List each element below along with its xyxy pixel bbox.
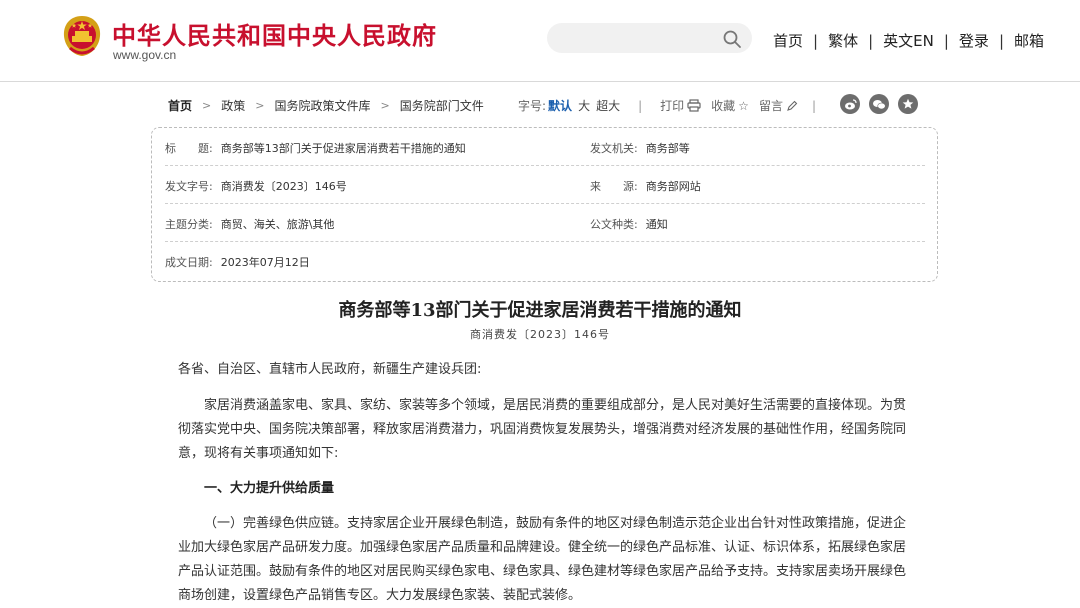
tools-separator: | xyxy=(638,98,643,113)
breadcrumb-library[interactable]: 国务院政策文件库 xyxy=(274,97,370,114)
breadcrumb-home[interactable]: 首页 xyxy=(168,97,192,114)
site-url: www.gov.cn xyxy=(113,48,177,62)
printer-icon xyxy=(687,99,701,112)
info-row: 标 题: 商务部等13部门关于促进家居消费若干措施的通知 发文机关: 商务部等 xyxy=(165,128,925,166)
info-source-value: 商务部网站 xyxy=(645,180,701,193)
info-issuer-value: 商务部等 xyxy=(645,142,690,155)
nav-traditional[interactable]: 繁体 xyxy=(828,30,858,51)
info-title-value: 商务部等13部门关于促进家居消费若干措施的通知 xyxy=(220,142,466,155)
article-intro: 家居消费涵盖家电、家具、家纺、家装等多个领域，是居民消费的重要组成部分，是人民对… xyxy=(178,398,907,461)
nav-separator: | xyxy=(868,31,874,50)
nav-home[interactable]: 首页 xyxy=(773,30,803,51)
info-row: 成文日期: 2023年07月12日 xyxy=(165,242,925,280)
nav-mail[interactable]: 邮箱 xyxy=(1014,30,1044,51)
article-title: 商务部等13部门关于促进家居消费若干措施的通知 xyxy=(338,300,742,321)
wechat-icon[interactable] xyxy=(869,94,889,114)
nav-separator: | xyxy=(813,31,819,50)
info-type: 公文种类: 通知 xyxy=(590,216,668,232)
info-type-value: 通知 xyxy=(645,218,668,231)
article-tools: 字号: 默认 大 超大 | 打印 收藏 ☆ 留言 | xyxy=(518,97,834,114)
share-icons xyxy=(840,94,918,114)
chevron-right-icon: > xyxy=(255,99,265,112)
site-header: 中华人民共和国中央人民政府 www.gov.cn 首页 | 繁体 | 英文EN … xyxy=(0,0,1080,82)
info-row: 发文字号: 商消费发〔2023〕146号 来 源: 商务部网站 xyxy=(165,166,925,204)
info-topic-value: 商贸、海关、旅游\其他 xyxy=(220,218,335,231)
nav-separator: | xyxy=(998,31,1004,50)
breadcrumb: 首页 > 政策 > 国务院政策文件库 > 国务院部门文件 xyxy=(168,97,484,114)
tools-separator: | xyxy=(811,98,816,113)
comment-button[interactable]: 留言 xyxy=(759,97,798,114)
font-size-default[interactable]: 默认 xyxy=(548,97,572,114)
info-date-label: 成文日期: xyxy=(165,256,213,269)
info-date-value: 2023年07月12日 xyxy=(220,256,310,269)
site-name[interactable]: 中华人民共和国中央人民政府 xyxy=(112,16,437,51)
section-heading: 一、大力提升供给质量 xyxy=(204,481,335,496)
info-docno: 发文字号: 商消费发〔2023〕146号 xyxy=(165,178,347,194)
info-title-label: 标 题: xyxy=(165,142,213,155)
info-topic: 主题分类: 商贸、海关、旅游\其他 xyxy=(165,216,334,232)
favorite-button[interactable]: 收藏 ☆ xyxy=(711,97,749,114)
chevron-right-icon: > xyxy=(202,99,212,112)
info-issuer: 发文机关: 商务部等 xyxy=(590,140,690,156)
search-icon[interactable] xyxy=(722,29,742,49)
print-label: 打印 xyxy=(660,99,685,113)
info-title: 标 题: 商务部等13部门关于促进家居消费若干措施的通知 xyxy=(165,140,466,156)
nav-separator: | xyxy=(943,31,949,50)
info-source: 来 源: 商务部网站 xyxy=(590,178,701,194)
info-docno-label: 发文字号: xyxy=(165,180,213,193)
national-emblem-icon[interactable] xyxy=(62,14,102,58)
font-size-large[interactable]: 大 xyxy=(578,97,590,114)
font-size-label: 字号: xyxy=(518,99,547,113)
font-size-xlarge[interactable]: 超大 xyxy=(596,97,620,114)
info-type-label: 公文种类: xyxy=(590,218,638,231)
info-date: 成文日期: 2023年07月12日 xyxy=(165,254,310,270)
article-paragraph: （一）完善绿色供应链。支持家居企业开展绿色制造，鼓励有条件的地区对绿色制造示范企… xyxy=(178,516,907,603)
star-icon[interactable] xyxy=(898,94,918,114)
pencil-icon xyxy=(787,100,798,111)
favorite-label: 收藏 xyxy=(711,99,736,113)
breadcrumb-policy[interactable]: 政策 xyxy=(221,97,245,114)
nav-login[interactable]: 登录 xyxy=(959,30,989,51)
info-row: 主题分类: 商贸、海关、旅游\其他 公文种类: 通知 xyxy=(165,204,925,242)
article-salutation: 各省、自治区、直辖市人民政府，新疆生产建设兵团: xyxy=(178,362,482,377)
breadcrumb-dept-docs[interactable]: 国务院部门文件 xyxy=(400,97,484,114)
chevron-right-icon: > xyxy=(380,99,390,112)
top-nav: 首页 | 繁体 | 英文EN | 登录 | 邮箱 xyxy=(773,30,1044,51)
document-info-table: 标 题: 商务部等13部门关于促进家居消费若干措施的通知 发文机关: 商务部等 发文… xyxy=(151,127,938,282)
print-button[interactable]: 打印 xyxy=(660,97,701,114)
comment-label: 留言 xyxy=(758,99,783,113)
info-topic-label: 主题分类: xyxy=(165,218,213,231)
nav-english[interactable]: 英文EN xyxy=(883,30,934,51)
info-source-label: 来 源: xyxy=(590,180,638,193)
info-issuer-label: 发文机关: xyxy=(590,142,638,155)
info-docno-value: 商消费发〔2023〕146号 xyxy=(220,180,347,193)
star-outline-icon: ☆ xyxy=(738,98,749,113)
weibo-icon[interactable] xyxy=(840,94,860,114)
article-doc-number: 商消费发〔2023〕146号 xyxy=(470,328,610,341)
